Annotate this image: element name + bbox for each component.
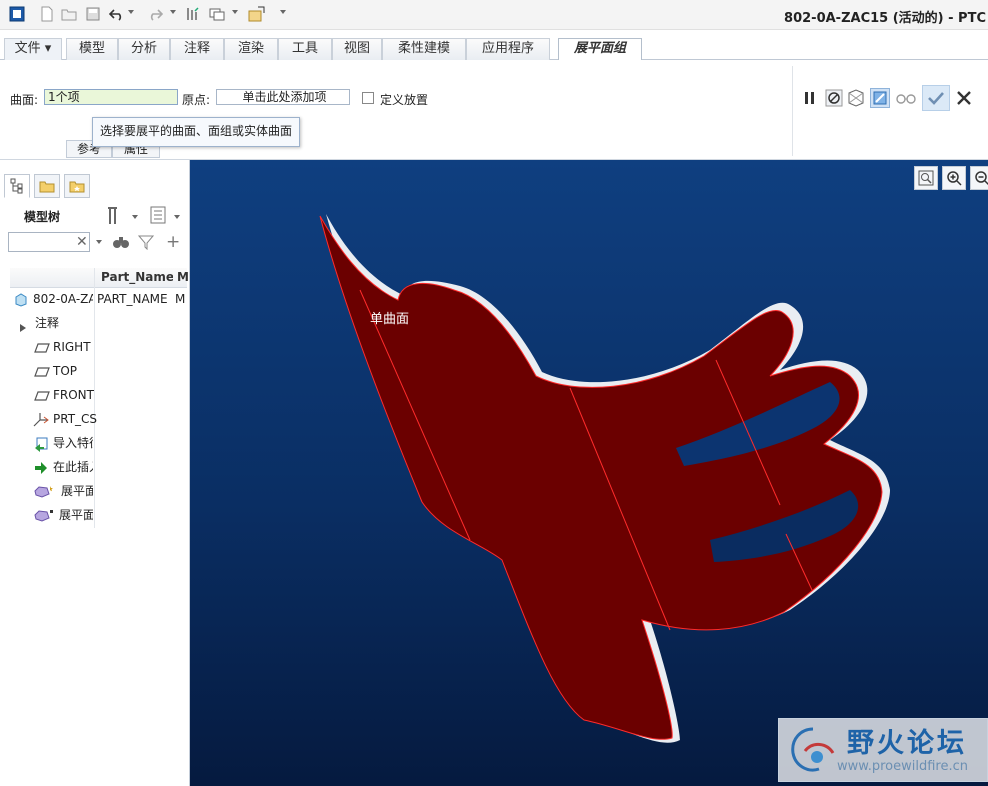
column-header-part-name[interactable]: Part_Name bbox=[95, 268, 174, 288]
close-window-icon[interactable] bbox=[248, 6, 266, 22]
tree-row-annotations[interactable]: 注释 bbox=[0, 312, 186, 334]
tree-item-label: 展平面 bbox=[59, 508, 93, 522]
tree-item-label: TOP bbox=[53, 364, 78, 378]
filter-icon[interactable] bbox=[137, 234, 156, 251]
surface-body[interactable] bbox=[319, 215, 883, 740]
origin-label: 原点: bbox=[182, 93, 211, 107]
tab-model[interactable]: 模型 bbox=[66, 38, 118, 60]
new-icon[interactable] bbox=[38, 6, 56, 22]
root-part-name: 802-0A-ZA bbox=[33, 292, 93, 306]
insert-here-icon bbox=[34, 460, 48, 474]
model-tree-tab-icon[interactable] bbox=[4, 174, 30, 198]
save-icon[interactable] bbox=[84, 6, 102, 22]
tree-row-front[interactable]: FRONT bbox=[0, 384, 186, 406]
tree-row-import-feature[interactable]: 导入特征 bbox=[0, 432, 186, 454]
tab-applications[interactable]: 应用程序 bbox=[466, 38, 550, 60]
search-dropdown-icon[interactable] bbox=[96, 240, 102, 244]
windows-dropdown-icon[interactable] bbox=[232, 10, 238, 14]
expand-arrow-icon[interactable] bbox=[18, 318, 32, 332]
window-title: 802-0A-ZAC15 (活动的) - PTC bbox=[784, 11, 986, 26]
favorites-tab-icon[interactable] bbox=[64, 174, 90, 198]
show-list-icon[interactable] bbox=[150, 206, 168, 226]
windows-icon[interactable] bbox=[208, 6, 226, 22]
datum-plane-icon bbox=[34, 340, 50, 354]
origin-collector[interactable]: 单击此处添加项 bbox=[216, 89, 350, 105]
graphics-viewport[interactable]: 单曲面 野火论坛 www.proewildfire.cn bbox=[190, 160, 988, 786]
tab-annotate[interactable]: 注释 bbox=[170, 38, 224, 60]
tree-item-label: 注释 bbox=[35, 316, 60, 330]
column-header-tree[interactable] bbox=[10, 268, 94, 288]
cancel-x-icon[interactable] bbox=[954, 88, 974, 108]
folder-browser-tab-icon[interactable] bbox=[34, 174, 60, 198]
app-icon[interactable] bbox=[8, 6, 26, 22]
clear-search-icon[interactable]: ✕ bbox=[76, 234, 88, 250]
define-placement-checkbox[interactable] bbox=[362, 92, 374, 104]
ribbon-tab-bar: 文件 ▾ 模型 分析 注释 渲染 工具 视图 柔性建模 应用程序 展平面组 bbox=[0, 36, 988, 62]
open-icon[interactable] bbox=[60, 6, 78, 22]
tab-file[interactable]: 文件 ▾ bbox=[4, 38, 62, 60]
flattened-surface-model[interactable] bbox=[190, 160, 988, 786]
tree-row-prt-csys[interactable]: PRT_CS bbox=[0, 408, 186, 430]
model-tree-panel: 模型树 ✕ + Part_Name M 802-0A-ZA PART_NAME … bbox=[0, 160, 190, 786]
flatten-quilt-icon bbox=[34, 484, 54, 498]
watermark-title: 野火论坛 bbox=[847, 728, 967, 759]
tab-flatten-quilt[interactable]: 展平面组 bbox=[558, 38, 642, 62]
undo-icon[interactable] bbox=[108, 6, 126, 22]
datum-plane-icon bbox=[34, 388, 50, 402]
tree-row-insert-here[interactable]: 在此插入 bbox=[0, 456, 186, 478]
flatten-quilt-icon bbox=[34, 508, 54, 522]
verify-preview-icon[interactable] bbox=[870, 88, 890, 108]
root-m-value: M bbox=[175, 292, 186, 306]
root-part-name-value: PART_NAME bbox=[97, 292, 168, 306]
add-column-icon[interactable]: + bbox=[166, 232, 180, 252]
redo-icon[interactable] bbox=[146, 6, 164, 22]
surface-label: 曲面: bbox=[10, 93, 39, 107]
settings-dropdown-icon[interactable] bbox=[132, 215, 138, 219]
forum-logo-icon bbox=[791, 727, 835, 772]
tree-item-label: 在此插入 bbox=[53, 460, 93, 474]
tab-analysis[interactable]: 分析 bbox=[118, 38, 170, 60]
redo-dropdown-icon[interactable] bbox=[170, 10, 176, 14]
import-feature-icon bbox=[34, 436, 48, 452]
title-bar: 802-0A-ZAC15 (活动的) - PTC bbox=[0, 0, 988, 30]
selection-label: 单曲面 bbox=[370, 312, 410, 327]
tab-render[interactable]: 渲染 bbox=[224, 38, 278, 60]
customize-quick-access-icon[interactable] bbox=[280, 10, 286, 14]
tree-item-label: FRONT bbox=[53, 388, 94, 402]
part-icon bbox=[14, 292, 28, 307]
separate-preview-icon[interactable] bbox=[846, 88, 866, 108]
show-dropdown-icon[interactable] bbox=[174, 215, 180, 219]
tree-row-right[interactable]: RIGHT bbox=[0, 336, 186, 358]
tooltip: 选择要展平的曲面、面组或实体曲面 bbox=[92, 117, 300, 147]
tab-tools[interactable]: 工具 bbox=[278, 38, 332, 60]
no-preview-icon[interactable] bbox=[824, 88, 844, 108]
tree-item-label: 展平面 bbox=[61, 484, 93, 498]
glasses-icon[interactable] bbox=[896, 88, 916, 108]
tree-item-label: PRT_CS bbox=[53, 412, 98, 426]
tab-view[interactable]: 视图 bbox=[332, 38, 382, 60]
find-binoculars-icon[interactable] bbox=[112, 234, 130, 250]
watermark: 野火论坛 www.proewildfire.cn bbox=[778, 718, 988, 782]
tree-row-flatten-2[interactable]: 展平面 bbox=[0, 504, 186, 526]
tree-item-label: RIGHT bbox=[53, 340, 91, 354]
tree-row-top[interactable]: TOP bbox=[0, 360, 186, 382]
define-placement-label: 定义放置 bbox=[380, 93, 429, 107]
undo-dropdown-icon[interactable] bbox=[128, 10, 134, 14]
pause-icon[interactable] bbox=[800, 88, 820, 108]
tab-flexible-modeling[interactable]: 柔性建模 bbox=[382, 38, 466, 60]
ribbon-divider bbox=[792, 66, 793, 156]
settings-tools-icon[interactable] bbox=[106, 206, 126, 226]
ok-check-icon[interactable] bbox=[922, 85, 950, 111]
watermark-url: www.proewildfire.cn bbox=[837, 759, 968, 774]
datum-plane-icon bbox=[34, 364, 50, 378]
regenerate-icon[interactable] bbox=[184, 6, 202, 22]
tree-row-flatten-1[interactable]: 展平面 bbox=[0, 480, 186, 502]
model-tree-title: 模型树 bbox=[24, 210, 61, 224]
coordinate-system-icon bbox=[32, 412, 49, 427]
column-header-m[interactable]: M bbox=[173, 268, 189, 288]
surface-collector[interactable]: 1个项 bbox=[44, 89, 178, 105]
tree-item-label: 导入特征 bbox=[53, 436, 93, 450]
tree-row-root[interactable]: 802-0A-ZA PART_NAME M bbox=[0, 288, 186, 310]
